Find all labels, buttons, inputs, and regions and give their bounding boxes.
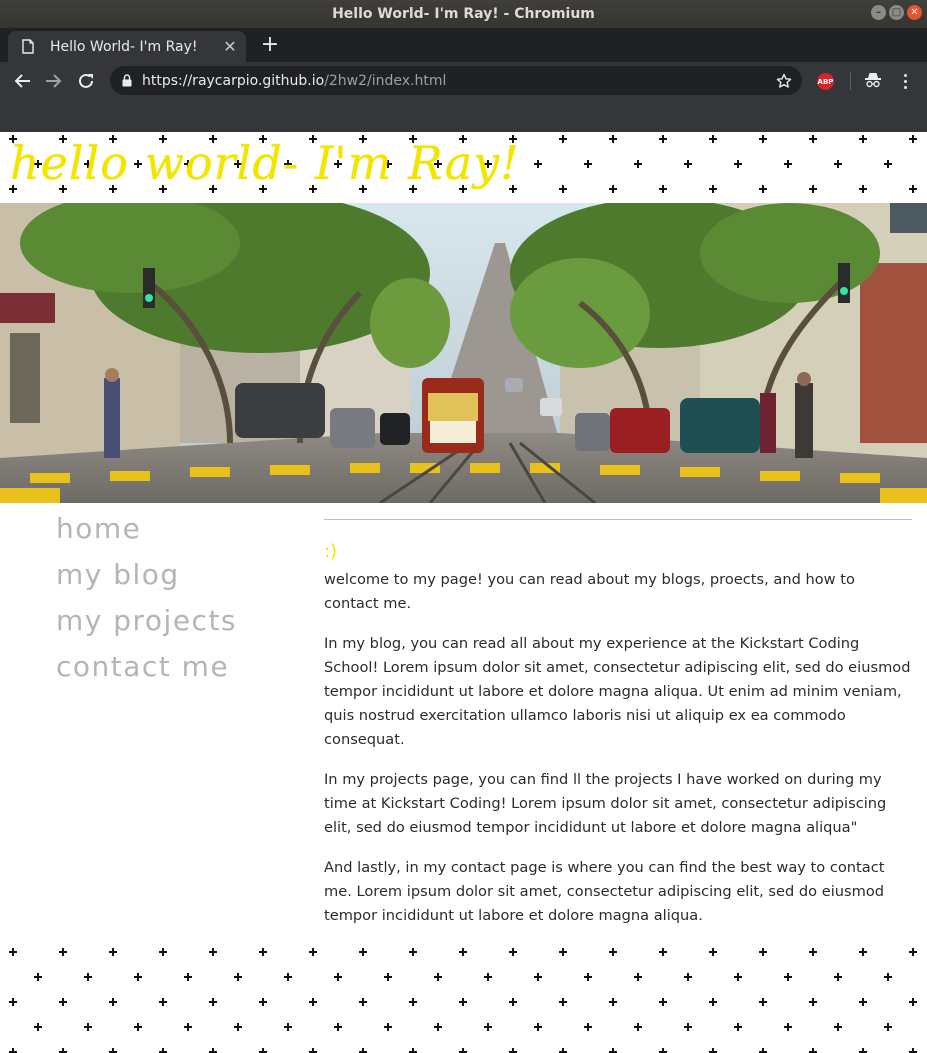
star-icon[interactable] bbox=[774, 73, 794, 89]
page-icon bbox=[22, 39, 38, 54]
smiley-text: :) bbox=[324, 541, 338, 562]
hero-image bbox=[0, 203, 927, 503]
url-text: https://raycarpio.github.io/2hw2/index.h… bbox=[142, 73, 774, 89]
adblock-icon[interactable]: ABP bbox=[817, 73, 834, 90]
window-controls: – □ ✕ bbox=[871, 5, 922, 20]
toolbar-divider bbox=[850, 72, 851, 90]
url-path: /2hw2/index.html bbox=[324, 72, 447, 89]
blog-paragraph: In my blog, you can read all about my ex… bbox=[324, 635, 911, 748]
url-host: https://raycarpio.github.io bbox=[142, 72, 325, 89]
tab-active[interactable]: Hello World- I'm Ray! ✕ bbox=[8, 31, 246, 62]
maximize-button[interactable]: □ bbox=[889, 5, 904, 20]
incognito-icon[interactable] bbox=[864, 71, 882, 91]
tab-strip: Hello World- I'm Ray! ✕ + bbox=[0, 28, 927, 62]
window-title: Hello World- I'm Ray! - Chromium bbox=[332, 6, 595, 22]
close-icon[interactable]: ✕ bbox=[218, 37, 242, 56]
contact-paragraph: And lastly, in my contact page is where … bbox=[324, 859, 885, 924]
plus-icon[interactable]: + bbox=[258, 32, 282, 58]
tab-title: Hello World- I'm Ray! bbox=[50, 38, 198, 55]
nav-my-projects[interactable]: my projects bbox=[56, 598, 306, 644]
close-window-button[interactable]: ✕ bbox=[907, 5, 922, 20]
address-bar[interactable]: https://raycarpio.github.io/2hw2/index.h… bbox=[110, 66, 802, 95]
window-titlebar: Hello World- I'm Ray! - Chromium – □ ✕ bbox=[0, 0, 927, 28]
site-header: hello world- I'm Ray! bbox=[0, 132, 927, 203]
nav-home[interactable]: home bbox=[56, 506, 306, 552]
nav-contact-me[interactable]: contact me bbox=[56, 644, 306, 690]
back-icon[interactable] bbox=[11, 70, 33, 92]
intro-paragraph: welcome to my page! you can read about m… bbox=[324, 571, 855, 612]
forward-icon[interactable] bbox=[43, 70, 65, 92]
side-nav: home my blog my projects contact me bbox=[56, 506, 306, 690]
main-content: :) welcome to my page! you can read abou… bbox=[324, 519, 912, 944]
minimize-button[interactable]: – bbox=[871, 5, 886, 20]
browser-toolbar: https://raycarpio.github.io/2hw2/index.h… bbox=[0, 62, 927, 132]
site-title: hello world- I'm Ray! bbox=[10, 136, 520, 190]
reload-icon[interactable] bbox=[75, 70, 97, 92]
adblock-label: ABP bbox=[817, 77, 834, 86]
lock-icon bbox=[122, 74, 136, 87]
projects-paragraph: In my projects page, you can find ll the… bbox=[324, 771, 887, 836]
footer-pattern bbox=[0, 942, 927, 1053]
page-viewport: hello world- I'm Ray! home my blog my pr… bbox=[0, 132, 927, 1053]
nav-my-blog[interactable]: my blog bbox=[56, 552, 306, 598]
menu-icon[interactable] bbox=[897, 70, 913, 92]
content-divider bbox=[324, 519, 912, 520]
